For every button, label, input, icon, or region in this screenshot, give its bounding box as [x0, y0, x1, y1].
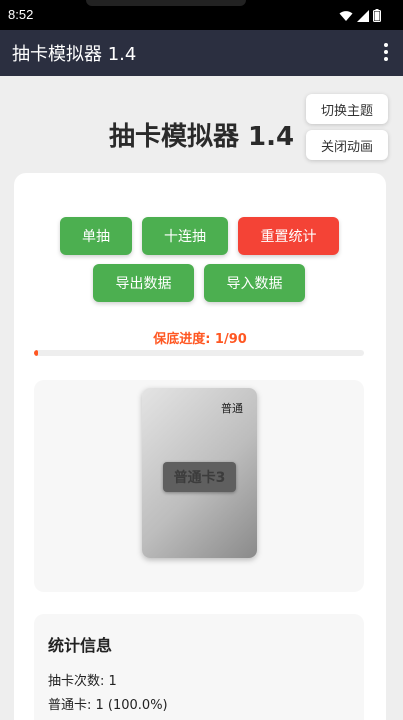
more-vert-icon[interactable] — [381, 41, 391, 63]
app-bar-title: 抽卡模拟器 1.4 — [12, 44, 137, 65]
app-bar: 抽卡模拟器 1.4 — [0, 30, 403, 76]
export-data-button[interactable]: 导出数据 — [93, 264, 194, 302]
card-name: 普通卡3 — [163, 462, 236, 492]
card-rarity-label: 普通 — [221, 402, 243, 415]
menu-dot — [384, 43, 388, 47]
toggle-theme-button[interactable]: 切换主题 — [306, 94, 388, 124]
drawn-card[interactable]: 普通 普通卡3 — [142, 388, 257, 558]
import-data-button[interactable]: 导入数据 — [204, 264, 305, 302]
menu-dot — [384, 50, 388, 54]
pity-progress-bar — [34, 350, 364, 356]
main-content: 抽卡模拟器 1.4 切换主题 关闭动画 单抽 十连抽 重置统计 导出数据 导入数… — [0, 76, 403, 720]
stats-draw-count: 抽卡次数: 1 — [48, 674, 117, 689]
pity-progress-label: 保底进度: 1/90 — [153, 332, 247, 347]
card-display-area: 普通 普通卡3 — [34, 380, 364, 592]
camera-notch — [86, 0, 246, 6]
reset-stats-button[interactable]: 重置统计 — [238, 217, 339, 255]
stats-common-count: 普通卡: 1 (100.0%) — [48, 698, 168, 713]
status-time: 8:52 — [8, 7, 34, 22]
gacha-panel: 单抽 十连抽 重置统计 导出数据 导入数据 保底进度: 1/90 普通 普通卡3… — [14, 173, 386, 720]
page-title-text: 抽卡模拟器 1.4 — [108, 122, 295, 152]
single-draw-button[interactable]: 单抽 — [60, 217, 132, 255]
stats-title: 统计信息 — [48, 636, 113, 655]
pity-progress-fill — [34, 350, 38, 356]
battery-icon — [373, 9, 381, 22]
menu-dot — [384, 57, 388, 61]
signal-icon — [357, 9, 369, 22]
status-icons — [339, 9, 381, 22]
toggle-animation-button[interactable]: 关闭动画 — [306, 130, 388, 160]
ten-draw-button[interactable]: 十连抽 — [142, 217, 228, 255]
status-bar: 8:52 — [0, 0, 403, 30]
stats-panel: 统计信息 抽卡次数: 1 普通卡: 1 (100.0%) — [34, 614, 364, 720]
wifi-icon — [339, 10, 353, 21]
